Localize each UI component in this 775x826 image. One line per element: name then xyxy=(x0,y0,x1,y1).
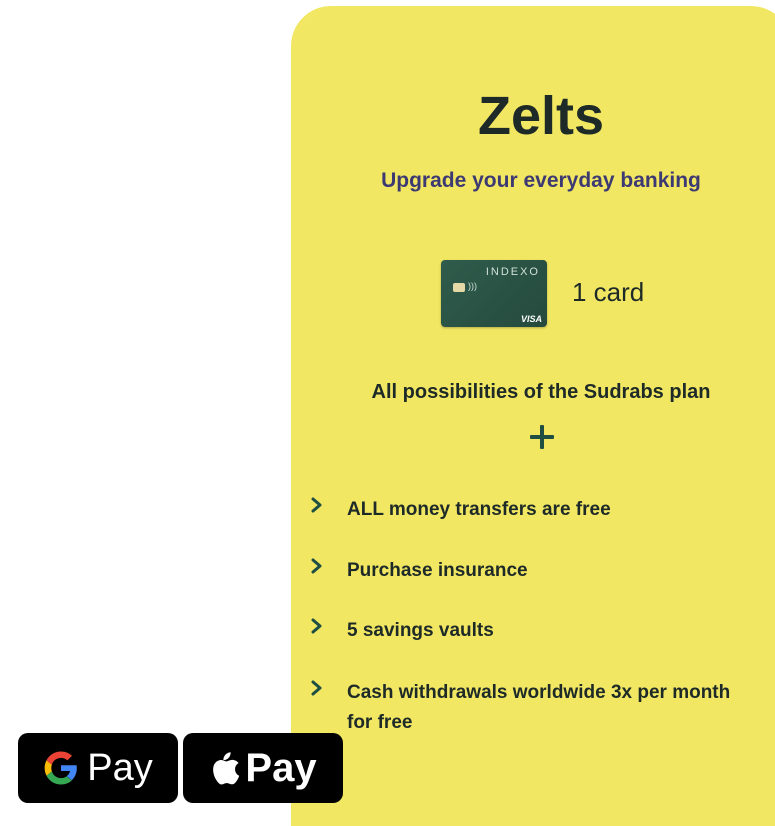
apple-pay-label: Pay xyxy=(245,746,317,790)
card-network-label: VISA xyxy=(520,314,542,324)
feature-text: ALL money transfers are free xyxy=(347,499,611,520)
feature-text: 5 savings vaults xyxy=(347,620,494,641)
chevron-right-icon xyxy=(311,680,322,696)
google-g-icon xyxy=(44,751,78,785)
includes-label: All possibilities of the Sudrabs plan xyxy=(371,381,711,403)
contactless-icon: ))) xyxy=(468,281,477,291)
feature-text: Cash withdrawals worldwide 3x per month … xyxy=(347,682,731,733)
chevron-right-icon xyxy=(311,558,322,574)
card-brand-label: INDEXO xyxy=(485,266,540,278)
plan-subtitle: Upgrade your everyday banking xyxy=(381,169,701,192)
apple-pay-button[interactable]: Pay xyxy=(183,733,343,803)
chevron-right-icon xyxy=(311,618,322,634)
feature-text: Purchase insurance xyxy=(347,560,528,581)
google-pay-label: Pay xyxy=(87,747,153,789)
apple-icon xyxy=(213,752,240,785)
chevron-right-icon xyxy=(311,497,322,513)
plus-icon xyxy=(529,424,555,450)
bank-card-image: INDEXO ))) VISA xyxy=(441,260,547,327)
card-count-label: 1 card xyxy=(572,277,645,307)
card-chip-icon xyxy=(453,283,465,292)
plan-title: Zelts xyxy=(477,86,605,146)
google-pay-button[interactable]: Pay xyxy=(18,733,178,803)
